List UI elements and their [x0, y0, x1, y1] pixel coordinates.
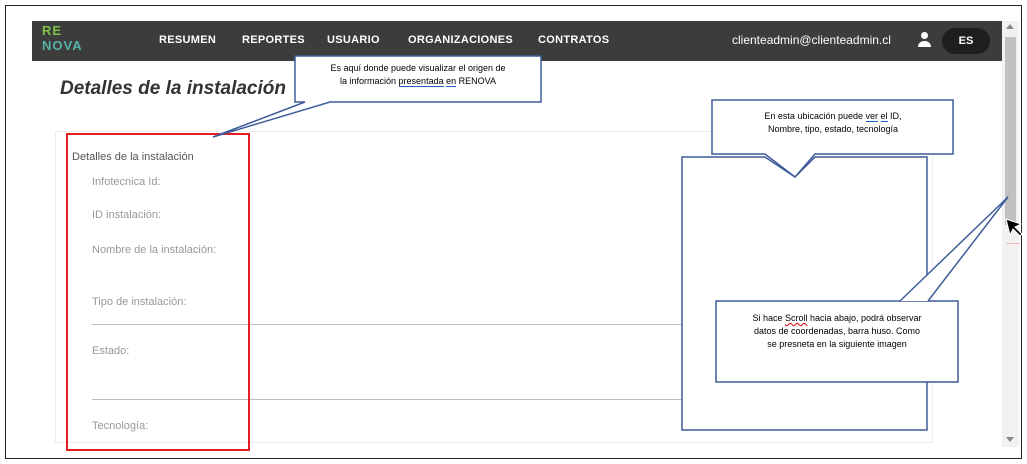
callout-top-line2: la información presentada en RENOVA: [340, 76, 496, 87]
callout-scroll-line2: datos de coordenadas, barra huso. Como: [753, 326, 921, 336]
mouse-cursor-icon: [1005, 218, 1023, 237]
callout-tall-rect: [681, 156, 928, 431]
callout-right-text: En esta ubicación puede ver el ID, Nombr…: [716, 110, 950, 136]
callout-scroll-line3: se presneta en la siguiente imagen: [767, 339, 907, 349]
callout-top-text: Es aquí donde puede visualizar el origen…: [300, 62, 536, 88]
callout-top-line1: Es aquí donde puede visualizar el origen…: [330, 63, 506, 73]
callout-scroll-text: Si hace Scroll hacia abajo, podrá observ…: [720, 312, 954, 351]
callout-right-line2: Nombre, tipo, estado, tecnología: [767, 124, 899, 134]
callout-right-line1: En esta ubicación puede ver el ID,: [764, 111, 902, 122]
callout-scroll-tail: [899, 196, 1009, 302]
callout-scroll-line1: Si hace Scroll hacia abajo, podrá observ…: [752, 313, 922, 323]
